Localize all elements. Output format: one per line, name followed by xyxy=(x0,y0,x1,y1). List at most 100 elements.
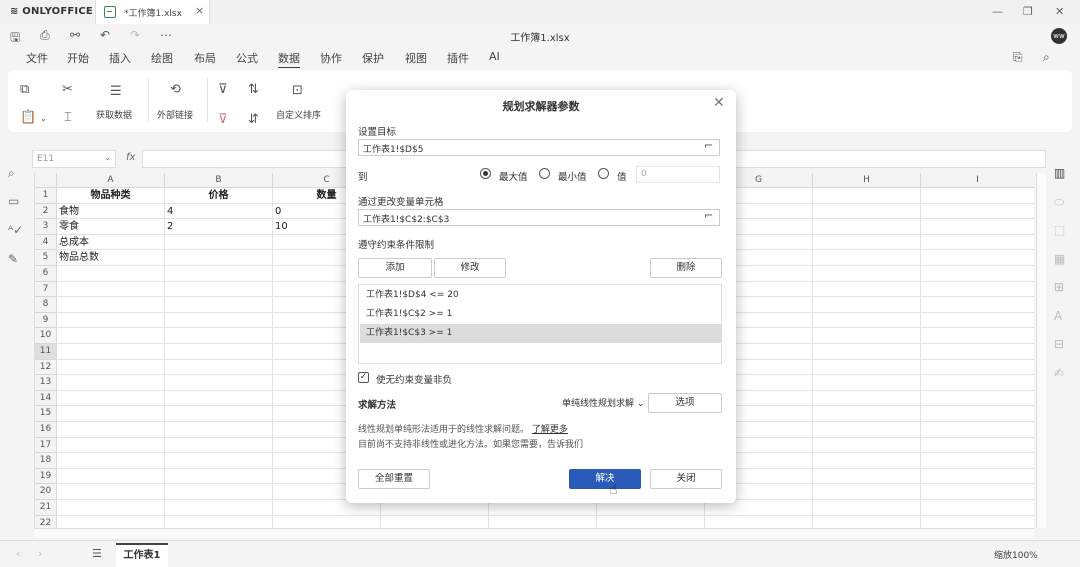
row-header[interactable]: 19 xyxy=(35,468,57,485)
grid-cell[interactable] xyxy=(57,281,165,298)
grid-cell[interactable]: 零食 xyxy=(57,219,165,235)
grid-cell[interactable] xyxy=(165,515,273,528)
reset-all-button[interactable]: 全部重置 xyxy=(358,469,430,489)
row-header[interactable]: 16 xyxy=(35,422,57,438)
row-header[interactable]: 21 xyxy=(35,500,57,516)
row-header[interactable]: 5 xyxy=(35,250,57,266)
options-button[interactable]: 选项 xyxy=(648,393,722,413)
shape-settings-icon[interactable]: ⬚ xyxy=(1054,223,1065,237)
grid-cell[interactable] xyxy=(57,328,165,344)
table-settings-icon[interactable]: ⊞ xyxy=(1054,280,1064,294)
sort-icon[interactable]: ⇅ xyxy=(248,82,259,97)
grid-cell[interactable] xyxy=(813,234,921,251)
menu-plugins[interactable]: 插件 xyxy=(447,50,469,66)
grid-cell[interactable] xyxy=(921,297,1034,313)
row-header[interactable]: 22 xyxy=(35,515,57,528)
grid-cell[interactable] xyxy=(165,500,273,516)
grid-cell[interactable] xyxy=(921,250,1034,266)
grid-cell[interactable] xyxy=(165,390,273,407)
changing-cells-input[interactable]: 工作表1!$C$2:$C$3 xyxy=(358,209,720,226)
grid-cell[interactable] xyxy=(921,500,1034,516)
clear-filter-icon[interactable]: ⊽ xyxy=(218,112,228,127)
paste-dropdown-icon[interactable]: ⌄ xyxy=(40,114,47,123)
grid-cell[interactable] xyxy=(921,516,1034,528)
window-close-icon[interactable]: ✕ xyxy=(1055,5,1064,18)
menu-formula[interactable]: 公式 xyxy=(236,50,258,66)
grid-cell[interactable] xyxy=(165,344,273,360)
grid-cell[interactable] xyxy=(813,344,921,360)
grid-cell[interactable] xyxy=(165,437,273,454)
grid-cell[interactable]: 4 xyxy=(165,203,273,220)
grid-cell[interactable] xyxy=(165,422,273,438)
row-header[interactable]: 18 xyxy=(35,453,57,469)
fx-icon[interactable]: fx xyxy=(126,152,135,163)
grid-cell[interactable]: 食物 xyxy=(57,203,165,220)
grid-cell[interactable] xyxy=(57,484,165,500)
grid-cell[interactable] xyxy=(165,234,273,251)
radio-max-label[interactable]: 最大值 xyxy=(499,169,528,183)
radio-min-label[interactable]: 最小值 xyxy=(558,169,587,183)
grid-cell[interactable] xyxy=(813,484,921,500)
select-all-corner[interactable] xyxy=(35,173,57,188)
feedback-icon[interactable]: ✎ xyxy=(8,252,18,266)
radio-min[interactable] xyxy=(539,168,550,179)
close-icon[interactable]: ✕ xyxy=(713,95,725,111)
grid-cell[interactable] xyxy=(165,250,273,266)
grid-cell[interactable] xyxy=(921,204,1034,220)
grid-cell[interactable] xyxy=(813,515,921,528)
add-constraint-button[interactable]: 添加 xyxy=(358,258,432,278)
grid-cell[interactable] xyxy=(813,203,921,220)
modify-constraint-button[interactable]: 修改 xyxy=(434,258,506,278)
horizontal-scrollbar[interactable] xyxy=(34,528,1034,538)
user-avatar[interactable]: ww xyxy=(1051,28,1067,44)
grid-cell[interactable] xyxy=(921,469,1034,485)
grid-cell[interactable] xyxy=(57,468,165,485)
grid-cell[interactable] xyxy=(165,359,273,376)
grid-cell[interactable] xyxy=(813,453,921,469)
row-header[interactable]: 3 xyxy=(35,219,57,235)
range-select-icon[interactable]: ⌐ xyxy=(704,209,713,222)
grid-cell[interactable] xyxy=(489,515,597,528)
row-header[interactable]: 20 xyxy=(35,484,57,500)
grid-cell[interactable]: 2 xyxy=(165,219,273,235)
grid-cell[interactable] xyxy=(813,468,921,485)
grid-cell[interactable] xyxy=(921,484,1034,500)
chevron-down-icon[interactable]: ⌄ xyxy=(104,153,111,162)
grid-cell[interactable] xyxy=(597,515,705,528)
reapply-icon[interactable]: ⇵ xyxy=(248,112,259,127)
filter-icon[interactable]: ⊽ xyxy=(218,82,228,97)
get-data-icon[interactable]: ☰ xyxy=(110,84,122,99)
signature-icon[interactable]: ✍ xyxy=(1054,366,1064,380)
spellcheck-icon[interactable]: ᴬ✓ xyxy=(8,223,23,237)
grid-cell[interactable] xyxy=(921,344,1034,360)
row-header[interactable]: 8 xyxy=(35,297,57,313)
grid-cell[interactable] xyxy=(813,297,921,313)
row-header[interactable]: 4 xyxy=(35,234,57,251)
grid-cell[interactable] xyxy=(165,281,273,298)
chart-settings-icon[interactable]: ▦ xyxy=(1054,252,1065,266)
column-header[interactable]: H xyxy=(813,173,921,188)
menu-file[interactable]: 文件 xyxy=(26,50,48,66)
grid-cell[interactable] xyxy=(921,453,1034,469)
grid-cell[interactable] xyxy=(57,390,165,407)
get-data-label[interactable]: 获取数据 xyxy=(96,108,132,121)
search-icon[interactable]: ⌕ xyxy=(1043,50,1050,65)
grid-cell[interactable] xyxy=(813,266,921,282)
row-header[interactable]: 14 xyxy=(35,390,57,407)
menu-protect[interactable]: 保护 xyxy=(362,50,384,66)
column-header[interactable]: I xyxy=(921,173,1034,188)
method-select[interactable]: 单纯线性规划求解 ⌄ xyxy=(558,393,644,412)
constraint-item[interactable]: 工作表1!$D$4 <= 20 xyxy=(360,286,722,305)
grid-cell[interactable] xyxy=(57,515,165,528)
nonneg-label[interactable]: 使无约束变量非负 xyxy=(376,372,452,386)
grid-cell[interactable] xyxy=(57,297,165,313)
search-icon[interactable]: ⌕ xyxy=(8,166,15,181)
paste-icon[interactable]: 📋 xyxy=(20,110,36,125)
grid-cell[interactable] xyxy=(921,406,1034,422)
grid-cell[interactable] xyxy=(921,188,1034,204)
row-header[interactable]: 1 xyxy=(35,188,57,204)
grid-cell[interactable]: 总成本 xyxy=(57,234,165,251)
grid-cell[interactable] xyxy=(813,219,921,235)
row-header[interactable]: 7 xyxy=(35,281,57,298)
grid-cell[interactable] xyxy=(273,515,381,528)
